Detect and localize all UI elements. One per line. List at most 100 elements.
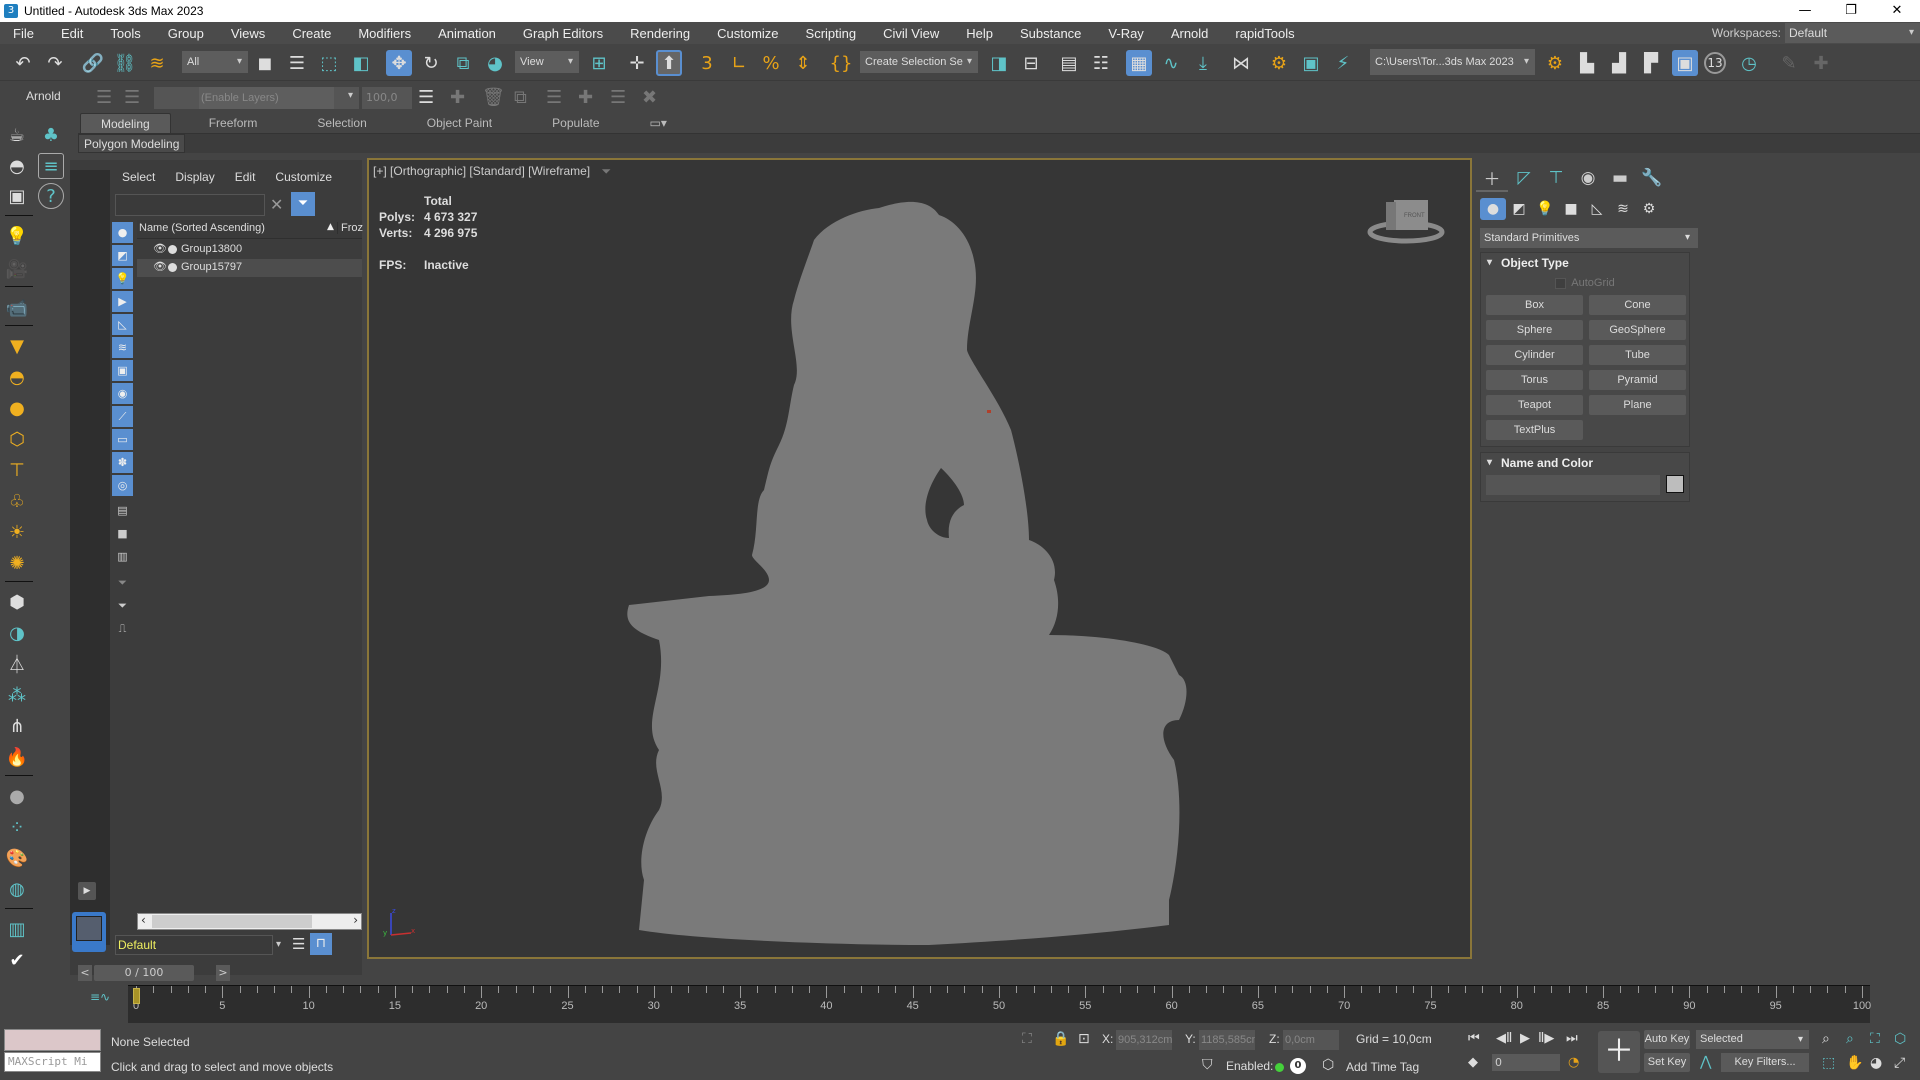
select-by-name-icon[interactable]: ☰ — [284, 50, 310, 76]
explorer-menu-edit[interactable]: Edit — [235, 170, 256, 184]
zoom-region-icon[interactable]: ⬚ — [1822, 1055, 1835, 1071]
object-type-title[interactable]: Object Type — [1481, 253, 1689, 273]
maxscript-mini-listener[interactable]: MAXScript Mi — [4, 1052, 101, 1072]
undo-icon[interactable]: ↶ — [10, 50, 36, 76]
schematic-view-icon[interactable]: ⋈ — [1228, 50, 1254, 76]
menu-icon[interactable]: ≡ — [38, 153, 64, 179]
statue-mesh[interactable] — [369, 160, 1474, 961]
edit-named-selections-icon[interactable]: {} — [828, 50, 854, 76]
go-to-start-icon[interactable]: ⏮ — [1468, 1031, 1480, 1046]
adaptive-degradation-icon[interactable]: ⛉ — [1202, 1057, 1213, 1073]
ref-coord-dropdown[interactable]: View — [515, 51, 579, 73]
box-frame-icon[interactable]: ▣ — [4, 183, 30, 209]
scene-object-icon[interactable]: ⏃ — [4, 651, 30, 677]
viewport-layout-tab[interactable] — [72, 912, 106, 952]
select-move-icon[interactable]: ✥ — [386, 50, 412, 76]
menu-rapidtools[interactable]: rapidTools — [1222, 26, 1308, 41]
selection-lock-icon[interactable]: 🔒 — [1052, 1031, 1069, 1047]
isolate-selection-icon[interactable]: ⛶ — [1022, 1031, 1032, 1047]
unlink-icon[interactable]: ⛓ — [112, 50, 138, 76]
modify-tab-icon[interactable]: ◸ — [1508, 164, 1540, 192]
redo-icon[interactable]: ↷ — [42, 50, 68, 76]
display-particles-icon[interactable]: ✽ — [112, 452, 133, 473]
maxscript-listener-output[interactable] — [4, 1029, 101, 1051]
rect-selection-icon[interactable]: ⬚ — [316, 50, 342, 76]
torus-button[interactable]: Torus — [1486, 370, 1583, 390]
set-keys-button[interactable]: ＋ — [1598, 1031, 1640, 1073]
sphere-button[interactable]: Sphere — [1486, 320, 1583, 340]
layer-value-spinner[interactable]: 100,0 — [362, 87, 412, 109]
visibility-eye-icon[interactable]: 👁 — [153, 242, 167, 255]
window-crossing-icon[interactable]: ◧ — [348, 50, 374, 76]
paste-layer-icon[interactable]: ☰ — [546, 87, 562, 108]
volume-icon[interactable]: 🔥 — [4, 744, 30, 770]
play-icon[interactable]: ▶ — [1520, 1031, 1530, 1046]
layer-settings-icon[interactable]: ☰ — [418, 87, 434, 108]
systems-category-icon[interactable]: ⚙ — [1636, 198, 1662, 220]
vray-icon[interactable]: ✔ — [4, 947, 30, 973]
mini-curve-editor-icon[interactable]: ≡∿ — [90, 990, 110, 1004]
cone-button[interactable]: Cone — [1589, 295, 1686, 315]
display-geometry-icon[interactable]: ● — [112, 222, 133, 243]
hierarchy-toggle-icon[interactable]: ⊓ — [310, 933, 332, 955]
zoom-all-icon[interactable]: ⌕ — [1846, 1031, 1854, 1047]
viewport-orthographic[interactable]: [+] [Orthographic] [Standard] [Wireframe… — [367, 158, 1472, 959]
rendered-frame-window-icon[interactable]: ▣ — [1298, 50, 1324, 76]
container-icon[interactable]: ⎍ — [112, 618, 133, 639]
keyboard-shortcut-override-icon[interactable]: ⬆ — [656, 50, 682, 76]
scrollbar-thumb[interactable] — [152, 915, 312, 928]
teapot-button[interactable]: Teapot — [1486, 395, 1583, 415]
display-spacewarps-icon[interactable]: ≋ — [112, 337, 133, 358]
scroll-left-icon[interactable]: ‹ — [141, 913, 146, 927]
render-dot-icon[interactable] — [168, 263, 177, 272]
explorer-menu-customize[interactable]: Customize — [275, 170, 332, 184]
zoom-extents-all-icon[interactable]: ⬡ — [1894, 1031, 1906, 1047]
add-layer-icon[interactable]: ✚ — [450, 87, 465, 108]
scene-explorer-icon[interactable]: ▤ — [1056, 50, 1082, 76]
time-configuration-icon[interactable]: ◔ — [1568, 1055, 1579, 1070]
previous-frame-button[interactable]: < — [78, 965, 92, 981]
project-settings-icon[interactable]: ⚙ — [1542, 50, 1568, 76]
zoom-icon[interactable]: ⌕ — [1822, 1031, 1830, 1047]
sun-icon[interactable]: ☀ — [4, 519, 30, 545]
teapot-icon[interactable]: ☕ — [4, 122, 30, 148]
material-ball-icon[interactable]: ◑ — [4, 620, 30, 646]
bind-space-warp-icon[interactable]: ≋ — [144, 50, 170, 76]
light-lister-icon[interactable]: 💡 — [4, 223, 30, 249]
menu-arnold[interactable]: Arnold — [1158, 26, 1223, 41]
explorer-menu-select[interactable]: Select — [122, 170, 155, 184]
photometric-light-icon[interactable]: ♧ — [4, 488, 30, 514]
geometry-category-icon[interactable]: ● — [1480, 198, 1506, 220]
dome-light-icon[interactable]: ◓ — [4, 364, 30, 390]
display-helpers-icon[interactable]: ◺ — [112, 314, 133, 335]
key-mode-toggle-icon[interactable]: ◆ — [1468, 1055, 1478, 1070]
dope-sheet-icon[interactable]: ⤓ — [1190, 50, 1216, 76]
shapes-category-icon[interactable]: ◩ — [1506, 198, 1532, 220]
create-tab-icon[interactable]: ＋ — [1476, 164, 1508, 192]
explorer-search-input[interactable] — [115, 194, 265, 216]
add-layer-copy-icon[interactable]: ✚ — [578, 87, 593, 108]
viewcube[interactable]: FRONT — [1366, 190, 1446, 250]
current-layer-dropdown[interactable]: Default — [115, 935, 273, 955]
previous-key-icon[interactable]: ◀Ⅱ — [1496, 1031, 1512, 1046]
named-selection-dropdown[interactable]: Create Selection Se — [860, 51, 978, 73]
display-bones-icon[interactable]: ⟋ — [112, 406, 133, 427]
restore-button[interactable]: ❐ — [1828, 0, 1874, 22]
spot-light-icon[interactable]: ▼ — [4, 333, 30, 359]
pyramid-button[interactable]: Pyramid — [1589, 370, 1686, 390]
align-icon[interactable]: ⊟ — [1018, 50, 1044, 76]
proxy-icon[interactable]: ⬢ — [4, 589, 30, 615]
render-dot-icon[interactable] — [168, 245, 177, 254]
set-key-button[interactable]: Set Key — [1644, 1053, 1690, 1072]
current-frame-field[interactable]: 0 — [1492, 1054, 1560, 1071]
motion-tab-icon[interactable]: ◉ — [1572, 164, 1604, 192]
next-frame-button[interactable]: > — [216, 965, 230, 981]
display-lights-icon[interactable]: 💡 — [112, 268, 133, 289]
helpers-category-icon[interactable]: ◺ — [1584, 198, 1610, 220]
menu-vray[interactable]: V-Ray — [1095, 26, 1157, 41]
sphere-light-icon[interactable]: ● — [4, 395, 30, 421]
curve-editor-icon[interactable]: ∿ — [1158, 50, 1184, 76]
layer-dropdown[interactable]: (Enable Layers) — [154, 87, 359, 109]
layer-icon-a[interactable]: ☰ — [96, 87, 112, 108]
time-tag-cube-icon[interactable]: ⬡ — [1322, 1057, 1334, 1073]
